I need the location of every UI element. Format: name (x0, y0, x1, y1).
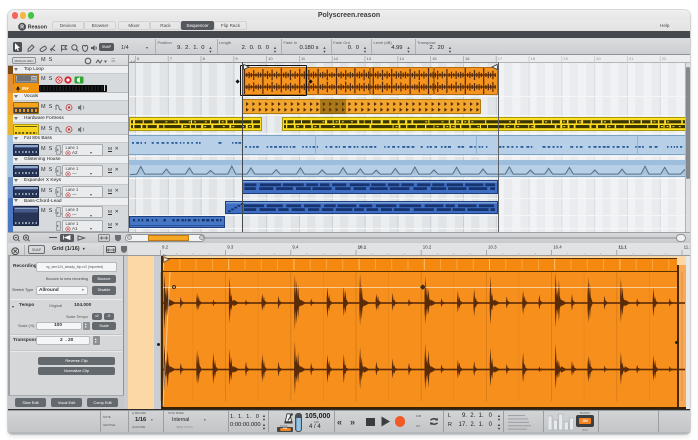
svg-text:15: 15 (432, 56, 437, 61)
svg-text:11: 11 (301, 56, 306, 61)
svg-text:9.4: 9.4 (292, 245, 299, 250)
svg-text:10: 10 (268, 56, 273, 61)
svg-text:4/4: 4/4 (131, 60, 136, 64)
svg-text:12: 12 (334, 56, 339, 61)
svg-text:11.1: 11.1 (618, 245, 627, 250)
svg-text:16: 16 (465, 56, 470, 61)
svg-text:7: 7 (170, 56, 173, 61)
svg-text:13: 13 (367, 56, 372, 61)
svg-text:11.2: 11.2 (684, 245, 690, 250)
svg-text:Reason: Reason (28, 25, 47, 31)
svg-text:10.4: 10.4 (553, 245, 562, 250)
svg-text:10.1: 10.1 (358, 245, 367, 250)
svg-text:6: 6 (137, 56, 140, 61)
svg-text:9.2: 9.2 (162, 245, 169, 250)
svg-text:10.2: 10.2 (423, 245, 432, 250)
svg-text:9: 9 (235, 56, 238, 61)
svg-text:10.3: 10.3 (488, 245, 497, 250)
svg-text:R: R (20, 24, 24, 30)
svg-text:14: 14 (399, 56, 404, 61)
svg-text:8: 8 (203, 56, 206, 61)
svg-text:9.3: 9.3 (227, 245, 234, 250)
